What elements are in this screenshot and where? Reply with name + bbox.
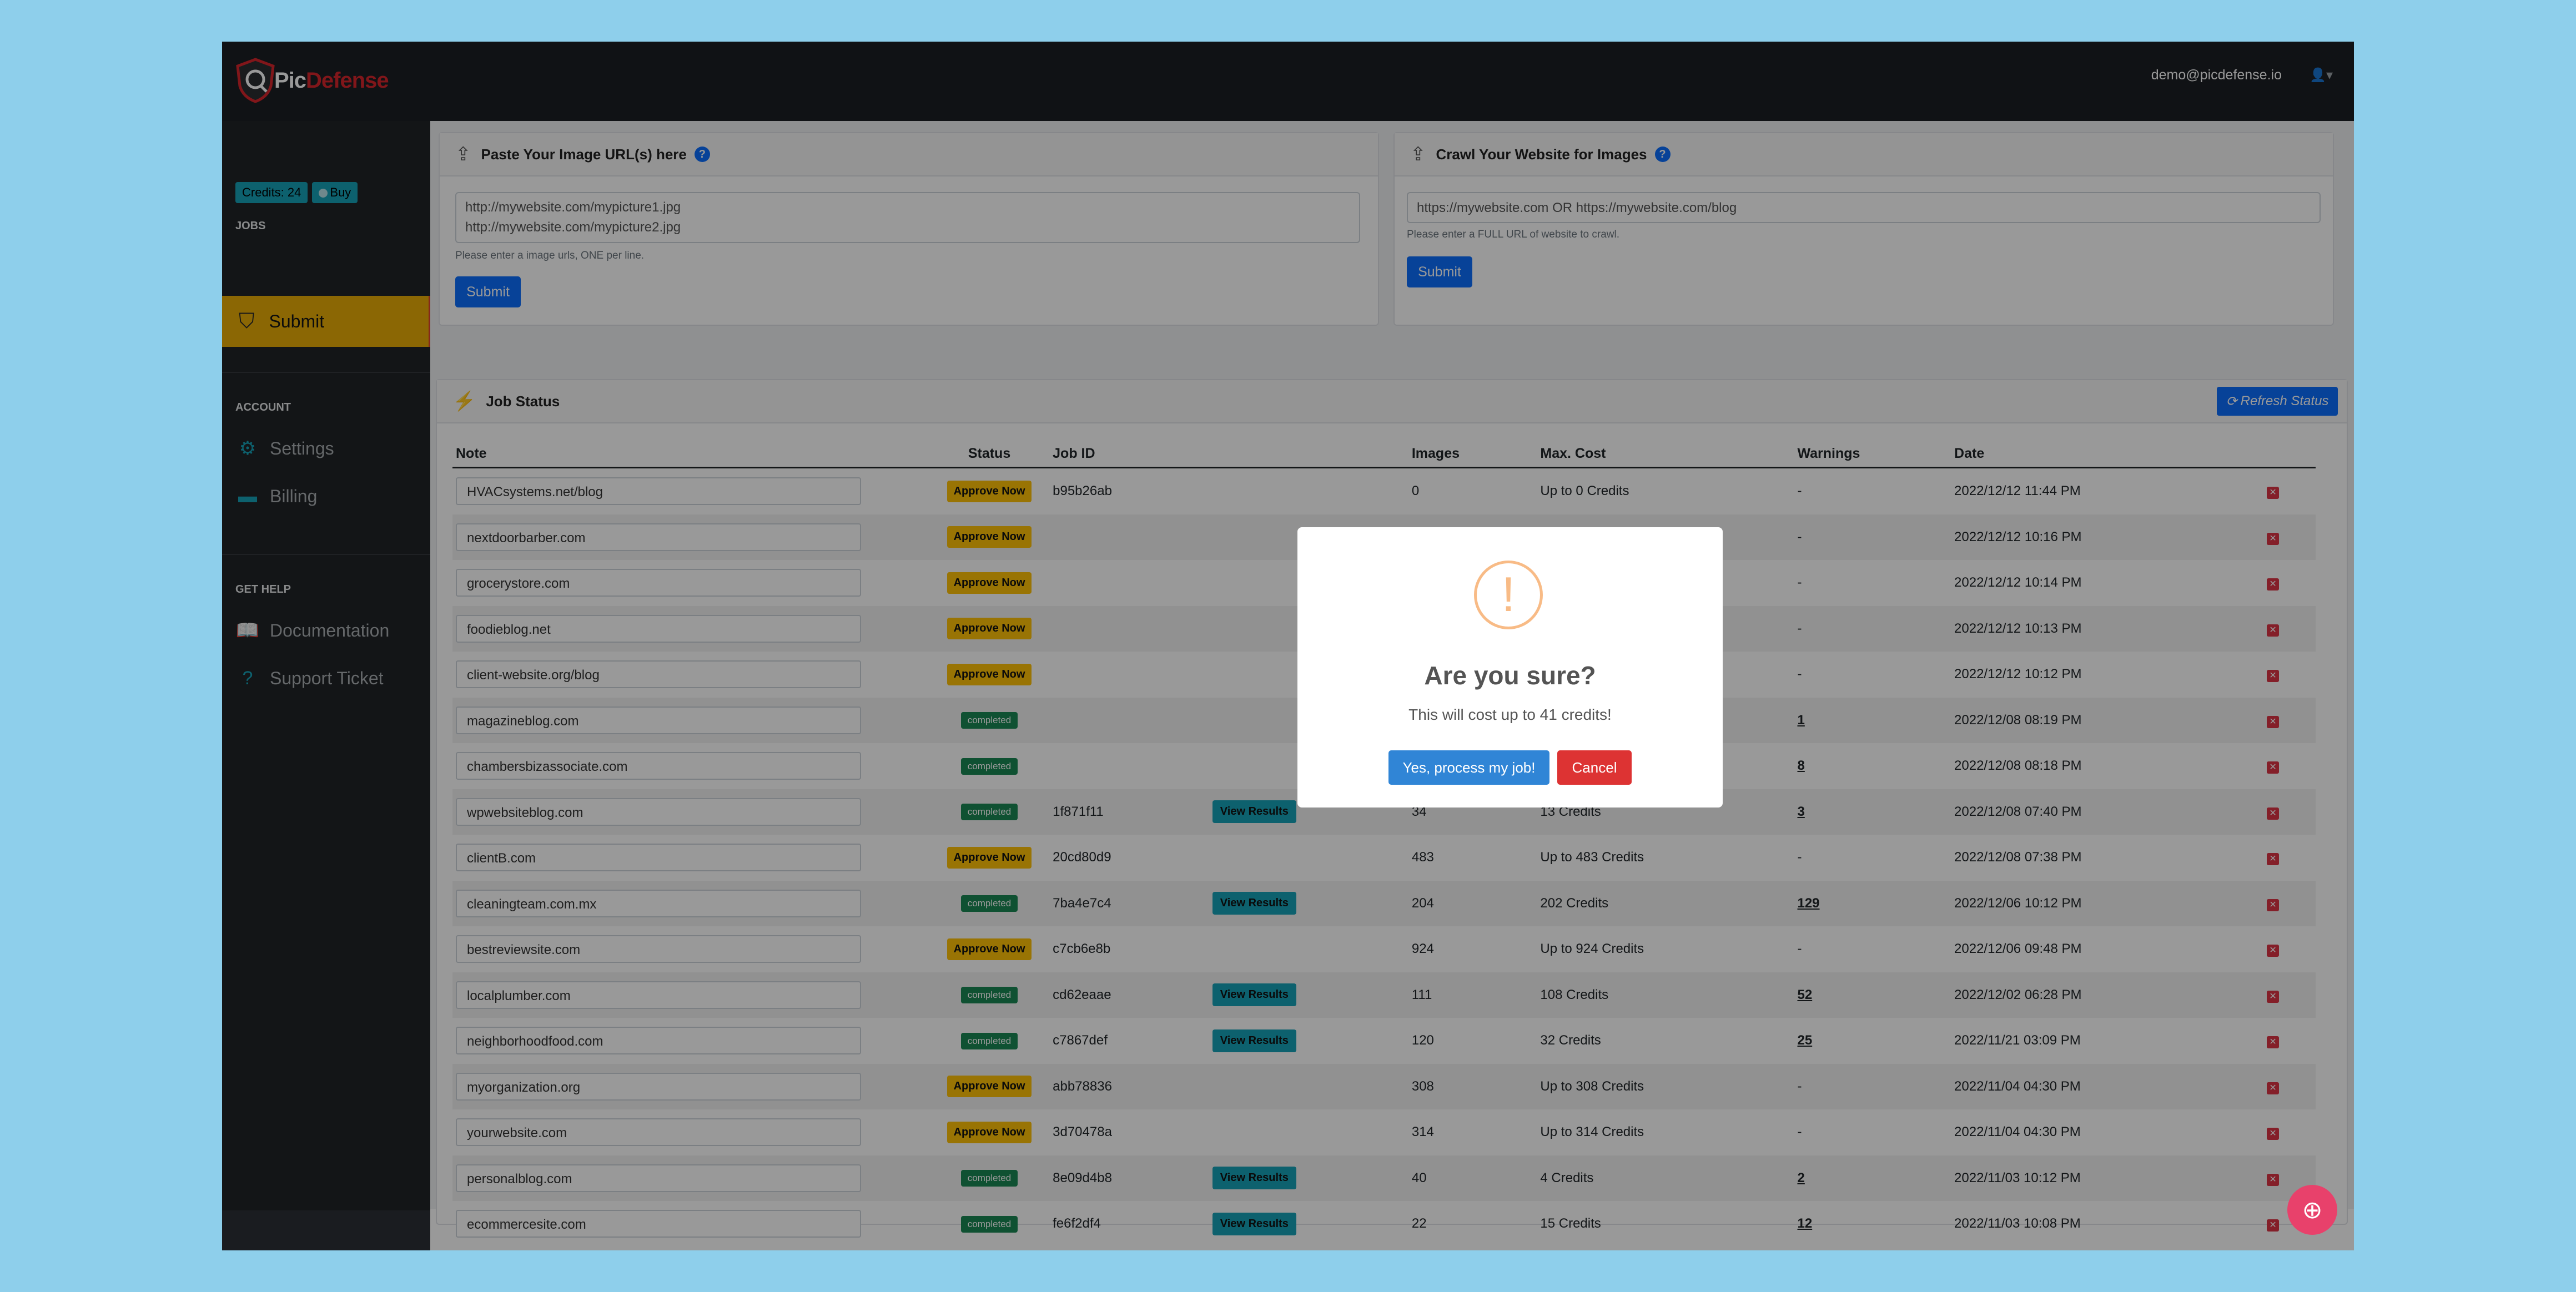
confirm-dialog: ! Are you sure? This will cost up to 41 … bbox=[1297, 527, 1723, 808]
app-window: PicDefense demo@picdefense.io 👤▾ Credits… bbox=[222, 42, 2354, 1250]
cancel-button[interactable]: Cancel bbox=[1557, 750, 1632, 785]
lifebuoy-icon: ⊕ bbox=[2302, 1196, 2323, 1224]
dialog-message: This will cost up to 41 credits! bbox=[1408, 706, 1612, 723]
confirm-process-button[interactable]: Yes, process my job! bbox=[1388, 750, 1549, 785]
help-chat-button[interactable]: ⊕ bbox=[2287, 1185, 2337, 1235]
dialog-title: Are you sure? bbox=[1424, 661, 1596, 690]
exclamation-icon: ! bbox=[1474, 561, 1543, 629]
modal-backdrop[interactable] bbox=[222, 42, 2354, 1250]
